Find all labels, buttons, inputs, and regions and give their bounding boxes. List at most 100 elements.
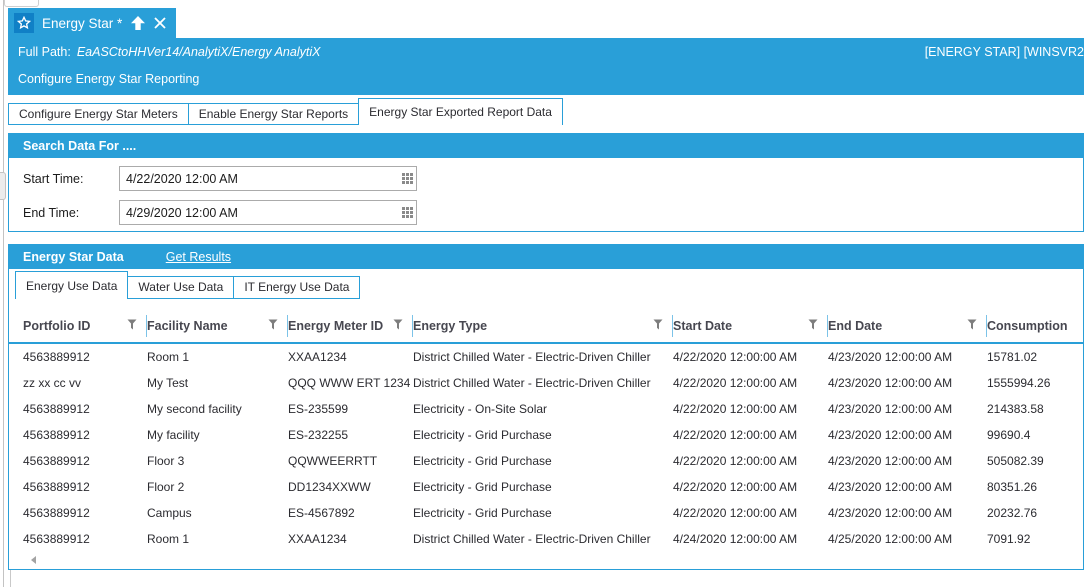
data-table: Portfolio ID Facility Name Energy Meter … bbox=[9, 310, 1083, 568]
cell-facility-name: Room 1 bbox=[147, 344, 288, 370]
table-row[interactable]: 4563889912 Floor 3 QQWWEERRTT Electricit… bbox=[9, 448, 1083, 474]
column-header-label: Energy Type bbox=[413, 319, 487, 333]
cell-facility-name: Floor 3 bbox=[147, 448, 288, 474]
document-tab-title: Energy Star * bbox=[42, 16, 122, 31]
cell-start-date: 4/22/2020 12:00:00 AM bbox=[673, 448, 828, 474]
sub-tab-area: Energy Use Data Water Use Data IT Energy… bbox=[9, 271, 1083, 300]
cell-end-date: 4/23/2020 12:00:00 AM bbox=[828, 422, 987, 448]
table-row[interactable]: zz xx cc vv My Test QQQ WWW ERT 1234 Dis… bbox=[9, 370, 1083, 396]
datepicker-grid-icon[interactable] bbox=[398, 173, 416, 184]
column-header[interactable]: Consumption bbox=[987, 310, 1083, 342]
table-row[interactable]: 4563889912 Floor 2 DD1234XXWW Electricit… bbox=[9, 474, 1083, 500]
left-panel-divider-lower bbox=[10, 570, 11, 587]
filter-funnel-icon[interactable] bbox=[393, 319, 403, 333]
left-panel-divider bbox=[3, 0, 4, 587]
tab[interactable]: Energy Star Exported Report Data bbox=[358, 98, 563, 125]
cell-energy-meter-id: QQWWEERRTT bbox=[288, 448, 413, 474]
cell-facility-name: Floor 2 bbox=[147, 474, 288, 500]
column-header-label: Energy Meter ID bbox=[288, 319, 383, 333]
close-icon[interactable] bbox=[154, 17, 166, 29]
favorite-star-icon[interactable] bbox=[14, 13, 34, 33]
data-panel-header: Energy Star Data Get Results bbox=[9, 245, 1083, 269]
full-path-value: EaASCtoHHVer14/AnalytiX/Energy AnalytiX bbox=[77, 45, 321, 59]
search-panel: Search Data For .... Start Time: End Tim… bbox=[8, 133, 1084, 232]
tab[interactable]: Water Use Data bbox=[127, 276, 234, 299]
table-row[interactable]: 4563889912 Room 1 XXAA1234 District Chil… bbox=[9, 526, 1083, 552]
cell-facility-name: My Test bbox=[147, 370, 288, 396]
filter-funnel-icon[interactable] bbox=[967, 319, 977, 333]
column-header[interactable]: Facility Name bbox=[147, 310, 288, 342]
splitter-grip[interactable] bbox=[0, 172, 6, 200]
cell-energy-type: Electricity - Grid Purchase bbox=[413, 474, 673, 500]
cell-facility-name: Room 1 bbox=[147, 526, 288, 552]
cell-end-date: 4/23/2020 12:00:00 AM bbox=[828, 370, 987, 396]
cell-portfolio-id: 4563889912 bbox=[23, 448, 147, 474]
column-header[interactable]: Energy Type bbox=[413, 310, 673, 342]
column-header-label: Consumption bbox=[987, 319, 1068, 333]
cell-facility-name: Campus bbox=[147, 500, 288, 526]
search-panel-body: Start Time: End Time: bbox=[9, 158, 1083, 233]
cell-end-date: 4/23/2020 12:00:00 AM bbox=[828, 448, 987, 474]
filter-funnel-icon[interactable] bbox=[127, 319, 137, 333]
cell-start-date: 4/22/2020 12:00:00 AM bbox=[673, 344, 828, 370]
tab[interactable]: IT Energy Use Data bbox=[233, 276, 360, 299]
cell-portfolio-id: 4563889912 bbox=[23, 474, 147, 500]
datetime-field-row: End Time: bbox=[23, 200, 417, 225]
filter-funnel-icon[interactable] bbox=[268, 319, 278, 333]
cell-end-date: 4/25/2020 12:00:00 AM bbox=[828, 526, 987, 552]
elevate-arrow-icon[interactable] bbox=[130, 15, 146, 31]
cell-end-date: 4/23/2020 12:00:00 AM bbox=[828, 344, 987, 370]
datetime-input[interactable] bbox=[120, 201, 398, 224]
column-header-label: Start Date bbox=[673, 319, 732, 333]
cell-start-date: 4/22/2020 12:00:00 AM bbox=[673, 396, 828, 422]
cell-energy-type: Electricity - On-Site Solar bbox=[413, 396, 673, 422]
cell-consumption: 7091.92 bbox=[987, 526, 1083, 552]
cell-energy-type: Electricity - Grid Purchase bbox=[413, 422, 673, 448]
hscroll-left-arrow-icon[interactable] bbox=[31, 556, 36, 564]
column-header[interactable]: Start Date bbox=[673, 310, 828, 342]
column-header[interactable]: Portfolio ID bbox=[23, 310, 147, 342]
cell-start-date: 4/24/2020 12:00:00 AM bbox=[673, 526, 828, 552]
tab[interactable]: Configure Energy Star Meters bbox=[8, 103, 189, 125]
cell-facility-name: My facility bbox=[147, 422, 288, 448]
column-header-label: End Date bbox=[828, 319, 882, 333]
data-panel: Energy Star Data Get Results Energy Use … bbox=[8, 244, 1084, 570]
cell-consumption: 1555994.26 bbox=[987, 370, 1083, 396]
get-results-link[interactable]: Get Results bbox=[166, 250, 231, 264]
cell-consumption: 505082.39 bbox=[987, 448, 1083, 474]
tab[interactable]: Enable Energy Star Reports bbox=[188, 103, 359, 125]
cell-portfolio-id: 4563889912 bbox=[23, 396, 147, 422]
column-header[interactable]: End Date bbox=[828, 310, 987, 342]
table-row[interactable]: 4563889912 Campus ES-4567892 Electricity… bbox=[9, 500, 1083, 526]
cell-end-date: 4/23/2020 12:00:00 AM bbox=[828, 396, 987, 422]
table-row[interactable]: 4563889912 Room 1 XXAA1234 District Chil… bbox=[9, 344, 1083, 370]
cell-start-date: 4/22/2020 12:00:00 AM bbox=[673, 422, 828, 448]
cell-energy-meter-id: XXAA1234 bbox=[288, 344, 413, 370]
filter-funnel-icon[interactable] bbox=[653, 319, 663, 333]
table-row[interactable]: 4563889912 My second facility ES-235599 … bbox=[9, 396, 1083, 422]
cell-start-date: 4/22/2020 12:00:00 AM bbox=[673, 500, 828, 526]
cell-energy-type: District Chilled Water - Electric-Driven… bbox=[413, 370, 673, 396]
table-header-row: Portfolio ID Facility Name Energy Meter … bbox=[9, 310, 1083, 344]
table-footer bbox=[9, 552, 1083, 568]
top-toolbar-remnant bbox=[4, 0, 39, 7]
cell-consumption: 80351.26 bbox=[987, 474, 1083, 500]
filter-funnel-icon[interactable] bbox=[808, 319, 818, 333]
cell-energy-type: District Chilled Water - Electric-Driven… bbox=[413, 526, 673, 552]
datetime-input[interactable] bbox=[120, 167, 398, 190]
cell-energy-meter-id: QQQ WWW ERT 1234 bbox=[288, 370, 413, 396]
cell-end-date: 4/23/2020 12:00:00 AM bbox=[828, 500, 987, 526]
cell-portfolio-id: zz xx cc vv bbox=[23, 370, 147, 396]
datetime-input-wrap bbox=[119, 200, 417, 225]
document-tab-energy-star[interactable]: Energy Star * bbox=[8, 8, 176, 38]
main-tabstrip: Configure Energy Star Meters Enable Ener… bbox=[8, 98, 563, 125]
datepicker-grid-icon[interactable] bbox=[398, 207, 416, 218]
table-row[interactable]: 4563889912 My facility ES-232255 Electri… bbox=[9, 422, 1083, 448]
tab[interactable]: Energy Use Data bbox=[15, 271, 128, 299]
column-header[interactable]: Energy Meter ID bbox=[288, 310, 413, 342]
page-subtitle: Configure Energy Star Reporting bbox=[18, 72, 199, 86]
cell-energy-meter-id: DD1234XXWW bbox=[288, 474, 413, 500]
cell-consumption: 20232.76 bbox=[987, 500, 1083, 526]
column-header-label: Facility Name bbox=[147, 319, 228, 333]
cell-energy-meter-id: ES-235599 bbox=[288, 396, 413, 422]
